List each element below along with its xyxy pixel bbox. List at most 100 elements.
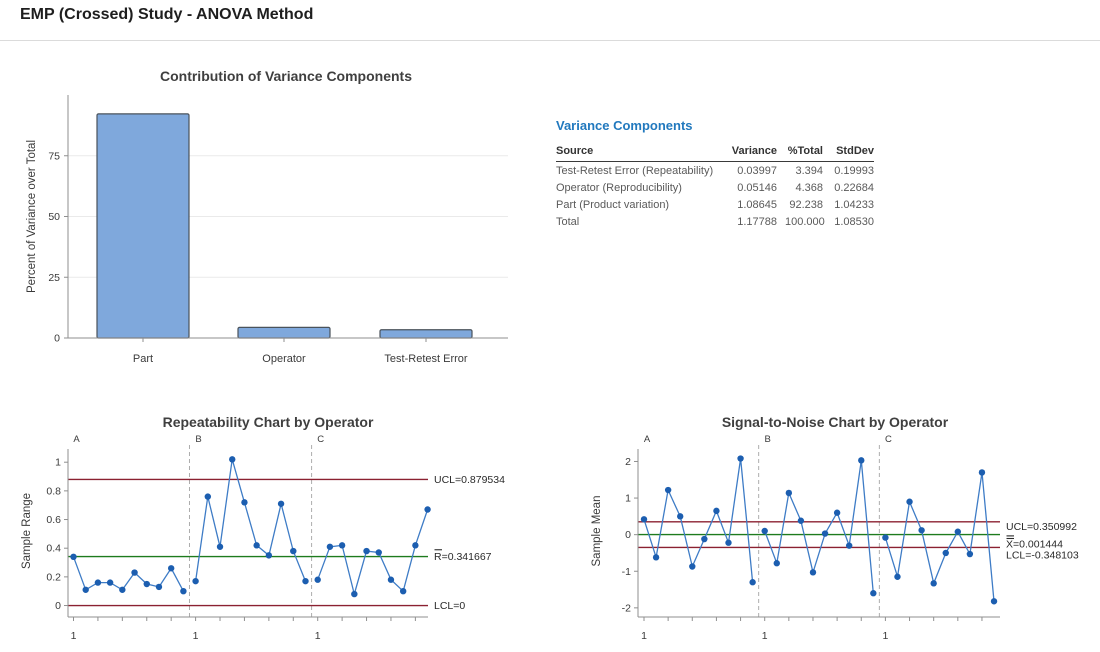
panel-label: A: [644, 434, 651, 445]
data-point: [400, 588, 406, 594]
data-point: [749, 579, 755, 585]
data-point: [991, 598, 997, 604]
data-point: [253, 542, 259, 548]
column-header: Variance: [723, 144, 777, 162]
table-body: Test-Retest Error (Repeatability)0.03997…: [556, 162, 874, 231]
data-point: [641, 516, 647, 522]
table-cell: 1.08645: [723, 196, 777, 213]
control-limit-label: LCL=-0.348103: [1006, 550, 1079, 562]
data-point: [689, 563, 695, 569]
data-point: [83, 587, 89, 593]
data-point: [858, 457, 864, 463]
table-cell: 0.05146: [723, 179, 777, 196]
y-tick-label: 75: [48, 150, 60, 162]
column-header: Source: [556, 144, 723, 162]
data-point: [918, 527, 924, 533]
category-label: Operator: [262, 353, 306, 365]
data-point: [906, 499, 912, 505]
control-limit-label: LCL=0: [434, 600, 465, 612]
contribution-bar-chart: 0255075PartOperatorTest-Retest ErrorCont…: [20, 55, 550, 375]
report-canvas: EMP (Crossed) Study - ANOVA Method 02550…: [0, 0, 1100, 652]
data-point: [351, 591, 357, 597]
y-tick-label: 25: [48, 272, 60, 284]
y-tick-label: 0.4: [46, 543, 61, 555]
table-cell: 3.394: [777, 162, 823, 180]
y-tick-label: 1: [55, 457, 61, 469]
table-cell: Total: [556, 213, 723, 230]
y-tick-label: -1: [622, 566, 631, 578]
panel-label: C: [885, 434, 892, 445]
series-line: [318, 510, 428, 595]
table-header: SourceVariance%TotalStdDev: [556, 144, 874, 162]
table-cell: Test-Retest Error (Repeatability): [556, 162, 723, 180]
y-axis-label: Sample Mean: [591, 496, 603, 567]
table-cell: Operator (Reproducibility): [556, 179, 723, 196]
table-cell: 0.03997: [723, 162, 777, 180]
y-tick-label: 0.8: [46, 485, 61, 497]
variance-components-panel: Variance Components SourceVariance%Total…: [556, 118, 874, 230]
control-limit-label: UCL=0.879534: [434, 474, 505, 486]
y-tick-label: 2: [625, 456, 631, 468]
data-point: [677, 513, 683, 519]
data-point: [737, 455, 743, 461]
table-row: Total1.17788100.0001.08530: [556, 213, 874, 230]
panel-label: A: [73, 434, 80, 445]
data-point: [665, 487, 671, 493]
x-tick-label: 1: [882, 630, 888, 642]
table-cell: 1.08530: [823, 213, 874, 230]
data-point: [192, 578, 198, 584]
signal-to-noise-control-chart: UCL=0.350992X=0.001444LCL=-0.348103-2-10…: [550, 408, 1100, 652]
data-point: [70, 554, 76, 560]
page-title: EMP (Crossed) Study - ANOVA Method: [20, 6, 313, 24]
series-line: [765, 460, 874, 593]
y-tick-label: 0.2: [46, 571, 61, 583]
data-point: [822, 530, 828, 536]
x-tick-label: 1: [193, 630, 199, 642]
chart-title: Signal-to-Noise Chart by Operator: [722, 414, 949, 430]
table-cell: 4.368: [777, 179, 823, 196]
data-point: [882, 534, 888, 540]
y-tick-label: 0.6: [46, 514, 61, 526]
data-point: [786, 490, 792, 496]
series-line: [885, 472, 994, 601]
series-line: [196, 459, 306, 581]
control-limit-label: UCL=0.350992: [1006, 521, 1077, 533]
data-point: [846, 542, 852, 548]
data-point: [376, 549, 382, 555]
data-point: [653, 554, 659, 560]
data-point: [290, 548, 296, 554]
data-point: [870, 590, 876, 596]
data-point: [95, 579, 101, 585]
table-cell: 0.19993: [823, 162, 874, 180]
chart-title: Repeatability Chart by Operator: [163, 414, 374, 430]
data-point: [834, 510, 840, 516]
table-row: Test-Retest Error (Repeatability)0.03997…: [556, 162, 874, 180]
x-tick-label: 1: [315, 630, 321, 642]
data-point: [798, 518, 804, 524]
data-point: [967, 551, 973, 557]
data-point: [119, 587, 125, 593]
panel-label: B: [765, 434, 771, 445]
y-tick-label: 50: [48, 211, 60, 223]
category-label: Part: [133, 353, 153, 365]
table-cell: Part (Product variation): [556, 196, 723, 213]
table-cell: 0.22684: [823, 179, 874, 196]
data-point: [180, 588, 186, 594]
x-tick-label: 1: [762, 630, 768, 642]
data-point: [810, 569, 816, 575]
data-point: [894, 574, 900, 580]
data-point: [144, 581, 150, 587]
data-point: [156, 584, 162, 590]
x-tick-label: 1: [71, 630, 77, 642]
repeatability-control-chart: UCL=0.879534R=0.341667LCL=000.20.40.60.8…: [0, 408, 550, 652]
data-point: [930, 580, 936, 586]
data-point: [424, 506, 430, 512]
column-header: StdDev: [823, 144, 874, 162]
data-point: [315, 577, 321, 583]
data-point: [168, 565, 174, 571]
data-point: [131, 569, 137, 575]
panel-label: B: [195, 434, 201, 445]
series-line: [644, 459, 753, 583]
data-point: [701, 536, 707, 542]
table-cell: 1.04233: [823, 196, 874, 213]
